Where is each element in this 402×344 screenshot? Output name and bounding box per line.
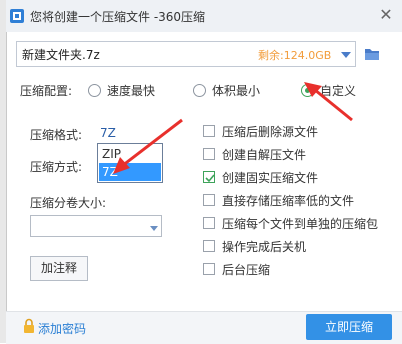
checkbox-self-extract-label[interactable]: 创建自解压文件	[222, 146, 306, 163]
checkbox-separate-archives-label[interactable]: 压缩每个文件到单独的压缩包	[222, 215, 378, 232]
format-label: 压缩格式:	[30, 128, 83, 142]
method-label: 压缩方式:	[30, 160, 83, 174]
format-dropdown-list: ZIP 7Z	[97, 143, 163, 183]
checkbox-shutdown-label[interactable]: 操作完成后关机	[222, 238, 306, 255]
checkbox-delete-source-label[interactable]: 压缩后删除源文件	[222, 123, 318, 140]
radio-smallest[interactable]	[193, 84, 206, 97]
add-password-link[interactable]: 添加密码	[38, 320, 86, 337]
checkbox-shutdown[interactable]	[203, 240, 215, 252]
app-360-icon	[10, 9, 24, 23]
browse-folder-button[interactable]	[360, 41, 384, 67]
radio-fastest[interactable]	[88, 84, 101, 97]
split-size-select[interactable]	[30, 215, 162, 237]
free-space-label: 剩余:124.0GB	[258, 49, 332, 62]
radio-custom[interactable]	[301, 84, 314, 97]
format-option-zip[interactable]: ZIP	[99, 145, 161, 163]
compress-now-button[interactable]: 立即压缩	[306, 314, 392, 340]
lock-icon	[22, 318, 36, 337]
checkbox-solid-archive-label[interactable]: 创建固实压缩文件	[222, 169, 318, 186]
format-select[interactable]: 7Z	[100, 126, 116, 140]
checkbox-store-low-ratio-label[interactable]: 直接存储压缩率低的文件	[222, 192, 354, 209]
config-label: 压缩配置:	[20, 84, 73, 98]
checkbox-delete-source[interactable]	[203, 125, 215, 137]
checkbox-solid-archive[interactable]	[203, 171, 215, 183]
checkbox-background-label[interactable]: 后台压缩	[222, 261, 270, 278]
output-filename: 新建文件夹.7z	[22, 48, 100, 62]
radio-custom-label[interactable]: 自定义	[320, 82, 356, 99]
format-option-7z[interactable]: 7Z	[99, 163, 161, 181]
checkbox-separate-archives[interactable]	[203, 217, 215, 229]
checkbox-background[interactable]	[203, 263, 215, 275]
chevron-down-icon[interactable]	[149, 222, 159, 236]
radio-fastest-label[interactable]: 速度最快	[107, 82, 155, 99]
chevron-down-icon[interactable]	[340, 49, 352, 59]
radio-smallest-label[interactable]: 体积最小	[212, 82, 260, 99]
close-icon[interactable]: ✕	[378, 7, 394, 23]
split-label: 压缩分卷大小:	[30, 196, 107, 210]
window-title: 您将创建一个压缩文件 -360压缩	[30, 10, 206, 24]
add-comment-button[interactable]: 加注释	[30, 256, 88, 281]
checkbox-store-low-ratio[interactable]	[203, 194, 215, 206]
checkbox-self-extract[interactable]	[203, 148, 215, 160]
